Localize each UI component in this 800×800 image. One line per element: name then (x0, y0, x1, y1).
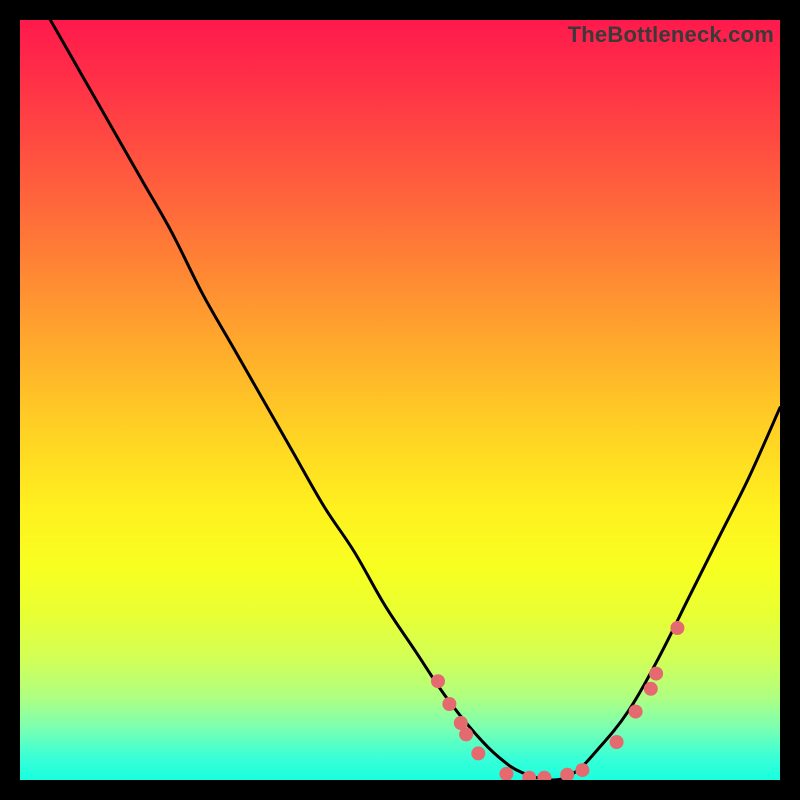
data-points (431, 621, 684, 780)
data-point (670, 621, 684, 635)
bottleneck-curve (50, 20, 780, 780)
data-point (499, 767, 513, 780)
data-point (644, 682, 658, 696)
plot-area: TheBottleneck.com (20, 20, 780, 780)
data-point (560, 768, 574, 780)
data-point (471, 746, 485, 760)
data-point (537, 771, 551, 780)
chart-frame: TheBottleneck.com (20, 20, 780, 780)
data-point (649, 667, 663, 681)
data-point (629, 705, 643, 719)
attribution-text: TheBottleneck.com (568, 22, 774, 48)
data-point (431, 674, 445, 688)
data-point (442, 697, 456, 711)
data-point (575, 763, 589, 777)
data-point (610, 735, 624, 749)
data-point (459, 727, 473, 741)
chart-svg (20, 20, 780, 780)
